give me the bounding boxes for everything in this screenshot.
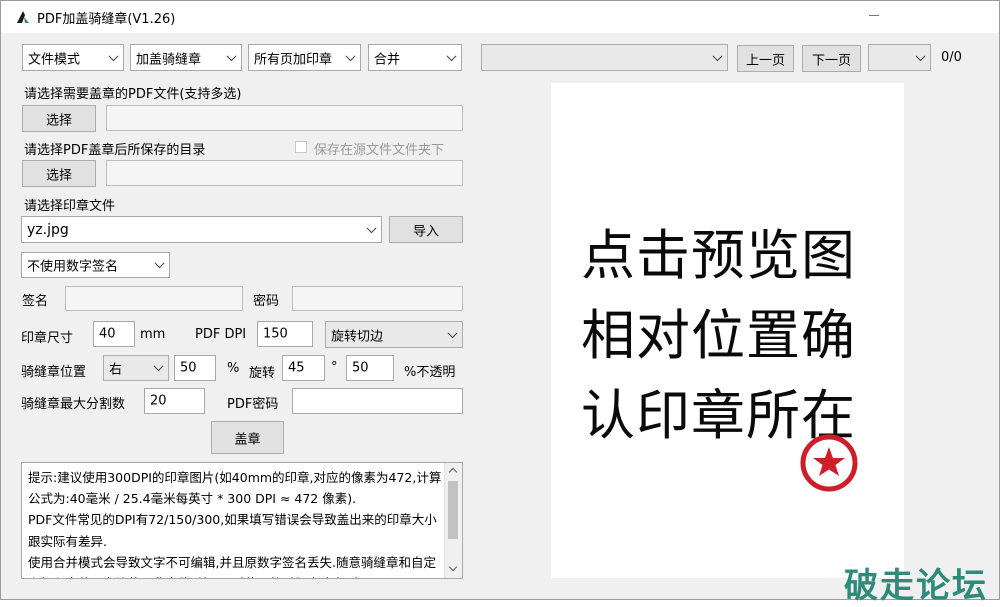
source-path-input[interactable] [106,105,463,131]
percent-unit: % [227,361,240,376]
stamp-size-label: 印章尺寸 [21,331,74,346]
title-bar: PDF加盖骑缝章(V1.26) [1,1,999,33]
rotate-mode-select[interactable]: 旋转切边 [325,321,463,348]
rotate-input[interactable]: 45 [282,355,325,381]
preview-file-select[interactable] [481,44,728,71]
preview-canvas[interactable]: 点击预览图 相对位置确 认印章所在 [551,83,904,578]
output-path-input[interactable] [106,160,463,186]
next-page-button[interactable]: 下一页 [802,45,861,72]
chevron-down-icon [153,361,164,372]
scroll-up-icon [448,467,458,477]
select-source-button[interactable]: 选择 [22,105,96,132]
notes-scrollbar[interactable] [444,463,462,578]
mode-select[interactable]: 文件模式 [22,44,124,71]
chevron-down-icon [712,50,723,61]
signature-mode-select[interactable]: 不使用数字签名 [21,252,170,278]
window-title: PDF加盖骑缝章(V1.26) [37,12,176,27]
stamp-size-input[interactable]: 40 [93,321,135,347]
position-label: 骑缝章位置 [21,365,87,380]
source-label: 请选择需要盖章的PDF文件(支持多选) [24,87,242,102]
stamp-type-select[interactable]: 加盖骑缝章 [130,44,242,71]
dpi-input[interactable]: 150 [257,321,313,347]
rotate-label: 旋转 [249,366,276,381]
page-count: 0/0 [941,50,962,65]
opacity-input[interactable]: 50 [346,355,394,381]
prev-page-button[interactable]: 上一页 [737,45,794,72]
password-label: 密码 [253,294,280,309]
opacity-unit: %不透明 [404,365,456,380]
pages-select[interactable]: 所有页加印章 [248,44,361,71]
password-input[interactable] [292,286,463,311]
chevron-down-icon [447,327,458,338]
save-in-source-label: 保存在源文件文件夹下 [314,143,445,158]
select-output-button[interactable]: 选择 [22,160,96,187]
stamp-seal-icon [800,434,858,492]
preview-line-1: 点击预览图 [581,224,856,287]
stamp-file-select[interactable]: yz.jpg [21,216,382,243]
position-side-select[interactable]: 右 [103,355,169,381]
preview-line-2: 相对位置确 [581,304,856,367]
chevron-down-icon [226,50,237,61]
save-in-source-checkbox[interactable] [295,141,307,153]
app-window: PDF加盖骑缝章(V1.26) 文件模式 加盖骑缝章 所有页加印章 合并 上一页… [0,0,1000,600]
stamp-button[interactable]: 盖章 [211,421,284,454]
sign-label: 签名 [22,294,49,309]
chevron-down-icon [366,222,377,233]
notes-text: 提示:建议使用300DPI的印章图片(如40mm的印章,对应的像素为472,计算… [28,470,442,578]
position-percent-input[interactable]: 50 [174,355,216,381]
chevron-down-icon [108,50,119,61]
notes-textarea[interactable]: 提示:建议使用300DPI的印章图片(如40mm的印章,对应的像素为472,计算… [21,462,463,579]
pdf-password-input[interactable] [292,388,463,414]
import-button[interactable]: 导入 [389,216,463,243]
pdf-password-label: PDF密码 [227,397,279,412]
app-icon [17,11,29,23]
split-label: 骑缝章最大分割数 [21,397,126,412]
scroll-down-icon [448,562,458,572]
chevron-down-icon [345,50,356,61]
degree-unit: ° [331,360,338,375]
merge-select[interactable]: 合并 [368,44,462,71]
chevron-down-icon [154,258,165,269]
output-label: 请选择PDF盖章后所保存的目录 [24,143,206,158]
minimize-button[interactable] [869,15,879,16]
size-unit: mm [140,327,166,342]
sign-input[interactable] [65,286,243,311]
split-input[interactable]: 20 [144,388,205,414]
dpi-label: PDF DPI [195,327,247,342]
chevron-down-icon [915,50,926,61]
page-select[interactable] [868,44,931,71]
scroll-thumb[interactable] [448,481,458,539]
stamp-file-label: 请选择印章文件 [24,199,116,214]
chevron-down-icon [446,50,457,61]
